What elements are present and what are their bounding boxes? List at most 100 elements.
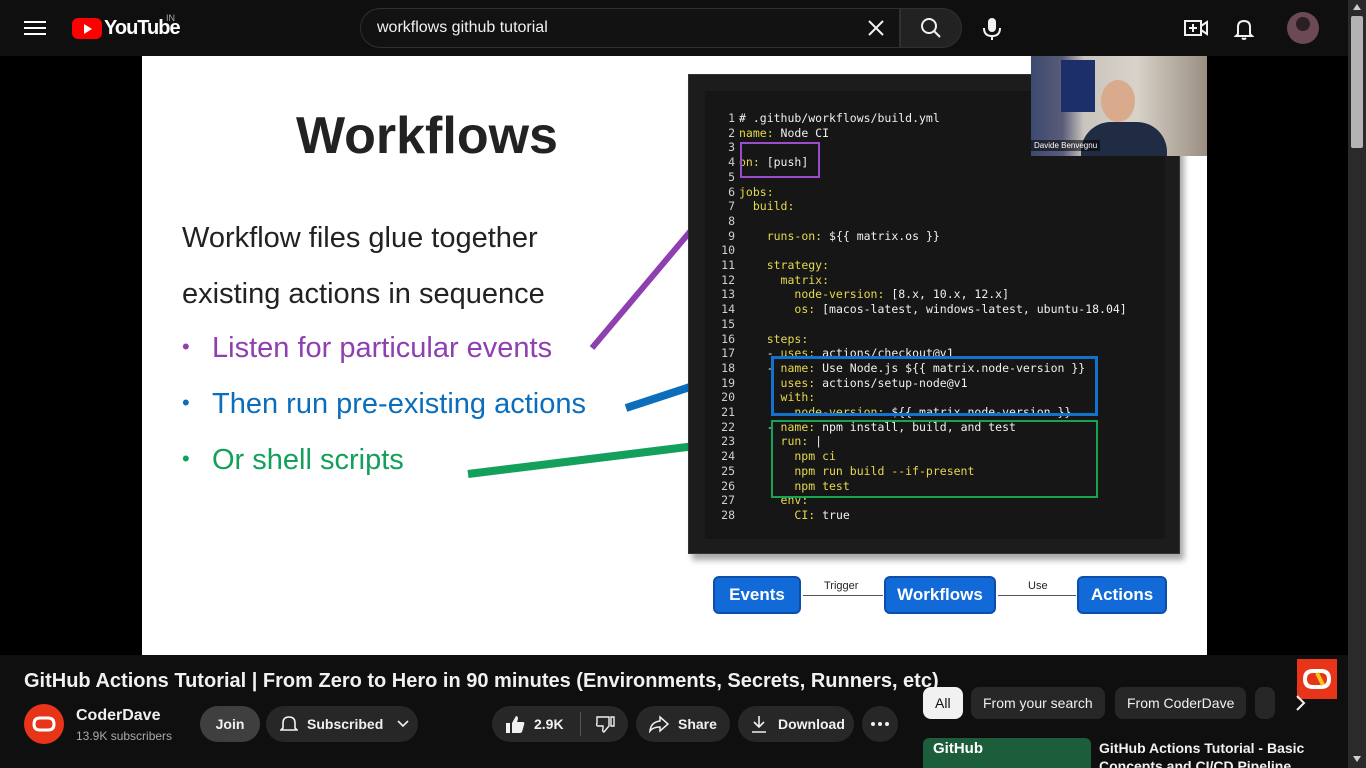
code-text: # .github/workflows/build.yml bbox=[739, 111, 940, 125]
bell-icon bbox=[280, 714, 298, 734]
menu-icon[interactable] bbox=[24, 18, 46, 38]
line-number: 27 bbox=[721, 493, 735, 508]
line-number: 16 bbox=[721, 331, 735, 346]
line-number: 13 bbox=[721, 287, 735, 302]
recommended-video-thumbnail[interactable]: GitHub bbox=[923, 738, 1091, 768]
video-player[interactable]: Workflows Workflow files glue together e… bbox=[0, 56, 1348, 699]
like-dislike-group: 2.9K bbox=[492, 706, 628, 742]
chip-from-search[interactable]: From your search bbox=[971, 687, 1105, 719]
code-line: 7 build: bbox=[705, 199, 794, 213]
code-line: 2 name: Node CI bbox=[705, 126, 829, 140]
chip-all[interactable]: All bbox=[923, 687, 963, 719]
search-button[interactable] bbox=[900, 8, 962, 48]
share-button[interactable]: Share bbox=[636, 706, 730, 742]
line-number: 2 bbox=[728, 125, 735, 140]
line-number: 6 bbox=[728, 184, 735, 199]
presenter-name: Davide Benvegnu bbox=[1031, 140, 1101, 151]
code-line: 12 matrix: bbox=[705, 273, 829, 287]
presenter-webcam: Davide Benvegnu bbox=[1031, 56, 1207, 156]
chevron-right-icon[interactable] bbox=[1288, 691, 1312, 715]
video-camera-plus-icon bbox=[1184, 20, 1208, 36]
flow-trigger-label: Trigger bbox=[824, 580, 859, 592]
code-line: 16 steps: bbox=[705, 332, 808, 346]
line-number: 26 bbox=[721, 478, 735, 493]
bell-icon bbox=[1233, 19, 1255, 40]
code-line: 11 strategy: bbox=[705, 258, 829, 272]
thumbs-up-icon bbox=[506, 716, 525, 733]
code-line: 15 bbox=[705, 317, 739, 331]
code-text: jobs: bbox=[739, 184, 774, 199]
line-number: 11 bbox=[721, 258, 735, 272]
account-avatar[interactable] bbox=[1287, 12, 1319, 44]
line-number: 23 bbox=[721, 434, 735, 449]
line-number: 8 bbox=[728, 213, 735, 228]
line-number: 20 bbox=[721, 390, 735, 405]
page-scrollbar[interactable] bbox=[1348, 0, 1366, 768]
code-text: CI: true bbox=[794, 507, 850, 522]
channel-name[interactable]: CoderDave bbox=[76, 707, 160, 725]
highlight-actions-box bbox=[771, 356, 1098, 416]
line-number: 9 bbox=[728, 228, 735, 243]
share-icon bbox=[648, 715, 670, 733]
flow-workflows-box: Workflows bbox=[884, 576, 996, 614]
channel-avatar[interactable] bbox=[24, 704, 64, 744]
flow-arrow-2 bbox=[998, 595, 1076, 596]
share-label: Share bbox=[678, 716, 717, 732]
play-logo-icon bbox=[72, 17, 102, 39]
line-number: 12 bbox=[721, 272, 735, 287]
subscribed-label: Subscribed bbox=[307, 716, 384, 732]
voice-search-button[interactable] bbox=[972, 8, 1012, 48]
recommended-video-title[interactable]: GitHub Actions Tutorial - Basic Concepts… bbox=[1099, 739, 1319, 768]
line-number: 3 bbox=[728, 140, 735, 155]
line-number: 22 bbox=[721, 419, 735, 434]
create-video-button[interactable] bbox=[1180, 12, 1212, 44]
line-number: 18 bbox=[721, 360, 735, 375]
code-text: os: [macos-latest, windows-latest, ubunt… bbox=[794, 302, 1127, 317]
line-number: 24 bbox=[721, 449, 735, 464]
code-text: build: bbox=[752, 199, 795, 214]
notifications-button[interactable] bbox=[1228, 12, 1260, 44]
highlight-trigger-box bbox=[740, 142, 820, 178]
clear-search-icon[interactable] bbox=[864, 16, 888, 40]
microphone-icon bbox=[983, 18, 1001, 40]
youtube-logo[interactable]: YouTube bbox=[72, 16, 181, 40]
code-text: runs-on: ${{ matrix.os }} bbox=[766, 228, 940, 243]
slide: Workflows Workflow files glue together e… bbox=[142, 56, 1207, 655]
scroll-down-arrow-icon[interactable] bbox=[1353, 756, 1361, 762]
line-number: 21 bbox=[721, 405, 735, 419]
search-box bbox=[360, 8, 900, 48]
scroll-up-arrow-icon[interactable] bbox=[1353, 4, 1361, 10]
search-input[interactable] bbox=[377, 9, 857, 47]
like-count: 2.9K bbox=[534, 716, 564, 732]
video-title: GitHub Actions Tutorial | From Zero to H… bbox=[24, 670, 939, 692]
chip-partial[interactable] bbox=[1255, 687, 1275, 719]
code-line: 9 runs-on: ${{ matrix.os }} bbox=[705, 229, 940, 243]
download-button[interactable]: Download bbox=[738, 706, 854, 742]
code-line: 6 jobs: bbox=[705, 185, 774, 199]
line-number: 4 bbox=[728, 155, 735, 170]
scroll-thumb[interactable] bbox=[1351, 16, 1363, 148]
code-text: matrix: bbox=[780, 272, 830, 287]
highlight-scripts-box bbox=[771, 420, 1098, 498]
code-line: 1 # .github/workflows/build.yml bbox=[705, 111, 940, 125]
join-label: Join bbox=[215, 716, 245, 732]
line-number: 7 bbox=[728, 199, 735, 214]
chip-from-channel[interactable]: From CoderDave bbox=[1115, 687, 1247, 719]
flow-arrow-1 bbox=[803, 595, 883, 596]
code-line: 10 bbox=[705, 243, 739, 257]
code-text: strategy: bbox=[766, 258, 830, 272]
line-number: 1 bbox=[728, 111, 735, 125]
code-text: steps: bbox=[766, 331, 809, 346]
subscribed-button[interactable]: Subscribed bbox=[266, 706, 418, 742]
flow-actions-box: Actions bbox=[1077, 576, 1167, 614]
more-actions-button[interactable] bbox=[862, 706, 898, 742]
line-number: 19 bbox=[721, 375, 735, 390]
dislike-button[interactable] bbox=[595, 714, 615, 734]
line-number: 14 bbox=[721, 302, 735, 317]
line-number: 15 bbox=[721, 316, 735, 331]
code-line: 8 bbox=[705, 214, 739, 228]
join-button[interactable]: Join bbox=[200, 706, 260, 742]
like-button[interactable] bbox=[504, 714, 526, 734]
subscriber-count: 13.9K subscribers bbox=[76, 729, 173, 743]
line-number: 10 bbox=[721, 243, 735, 258]
